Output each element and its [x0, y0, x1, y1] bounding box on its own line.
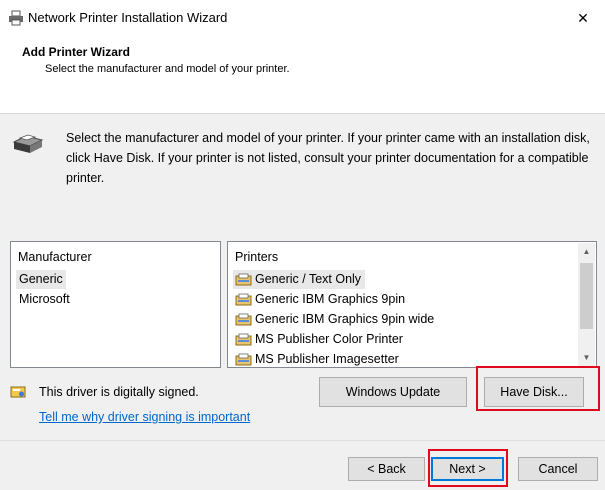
printer-driver-icon [235, 353, 252, 365]
printer-item-label: MS Publisher Imagesetter [255, 352, 399, 366]
scroll-thumb[interactable] [580, 263, 593, 329]
window-title: Network Printer Installation Wizard [28, 10, 228, 25]
chevron-down-icon: ▼ [582, 353, 591, 362]
instruction-text: Select the manufacturer and model of you… [66, 131, 590, 185]
printers-scrollbar[interactable]: ▲ ▼ [578, 243, 595, 366]
title-bar: Network Printer Installation Wizard ✕ [0, 0, 605, 36]
scroll-down-button[interactable]: ▼ [578, 349, 595, 366]
printer-driver-icon [235, 313, 252, 325]
have-disk-highlight [476, 366, 600, 411]
manufacturer-item-generic[interactable]: Generic [16, 270, 66, 289]
printer-item-label: Generic IBM Graphics 9pin wide [255, 312, 435, 326]
wizard-subtitle: Select the manufacturer and model of you… [45, 63, 290, 75]
scroll-up-button[interactable]: ▲ [578, 243, 595, 260]
cancel-button[interactable]: Cancel [518, 457, 598, 481]
chevron-up-icon: ▲ [582, 247, 591, 256]
printer-driver-icon [235, 273, 252, 285]
printer-item-label: Generic IBM Graphics 9pin [255, 292, 406, 306]
printer-icon [12, 134, 44, 153]
next-highlight [428, 449, 508, 487]
back-button[interactable]: < Back [348, 457, 425, 481]
printer-item[interactable]: Generic / Text Only [233, 270, 366, 289]
wizard-header: Add Printer Wizard Select the manufactur… [0, 36, 605, 114]
printers-header: Printers [235, 250, 279, 264]
driver-signing-link[interactable]: Tell me why driver signing is important [39, 410, 250, 424]
close-icon: ✕ [577, 9, 589, 26]
printer-item[interactable]: MS Publisher Color Printer [233, 330, 407, 349]
printer-icon [9, 10, 23, 26]
printer-driver-icon [235, 333, 252, 345]
wizard-title: Add Printer Wizard [22, 45, 130, 59]
windows-update-button[interactable]: Windows Update [319, 377, 467, 407]
printer-item-label: MS Publisher Color Printer [255, 332, 403, 346]
printer-item[interactable]: MS Publisher Imagesetter [233, 350, 403, 369]
manufacturer-item-microsoft[interactable]: Microsoft [16, 290, 73, 309]
signed-driver-icon [10, 386, 26, 398]
footer-divider [0, 440, 605, 441]
manufacturer-header: Manufacturer [18, 250, 92, 264]
close-button[interactable]: ✕ [561, 0, 605, 36]
manufacturer-list[interactable]: Manufacturer Generic Microsoft [10, 241, 221, 368]
printer-item[interactable]: Generic IBM Graphics 9pin [233, 290, 409, 309]
printers-list[interactable]: Printers Generic / Text Only Generic IBM… [227, 241, 597, 368]
printer-item[interactable]: Generic IBM Graphics 9pin wide [233, 310, 438, 329]
printer-driver-icon [235, 293, 252, 305]
printer-item-label: Generic / Text Only [255, 272, 362, 286]
driver-signed-text: This driver is digitally signed. [39, 385, 199, 399]
